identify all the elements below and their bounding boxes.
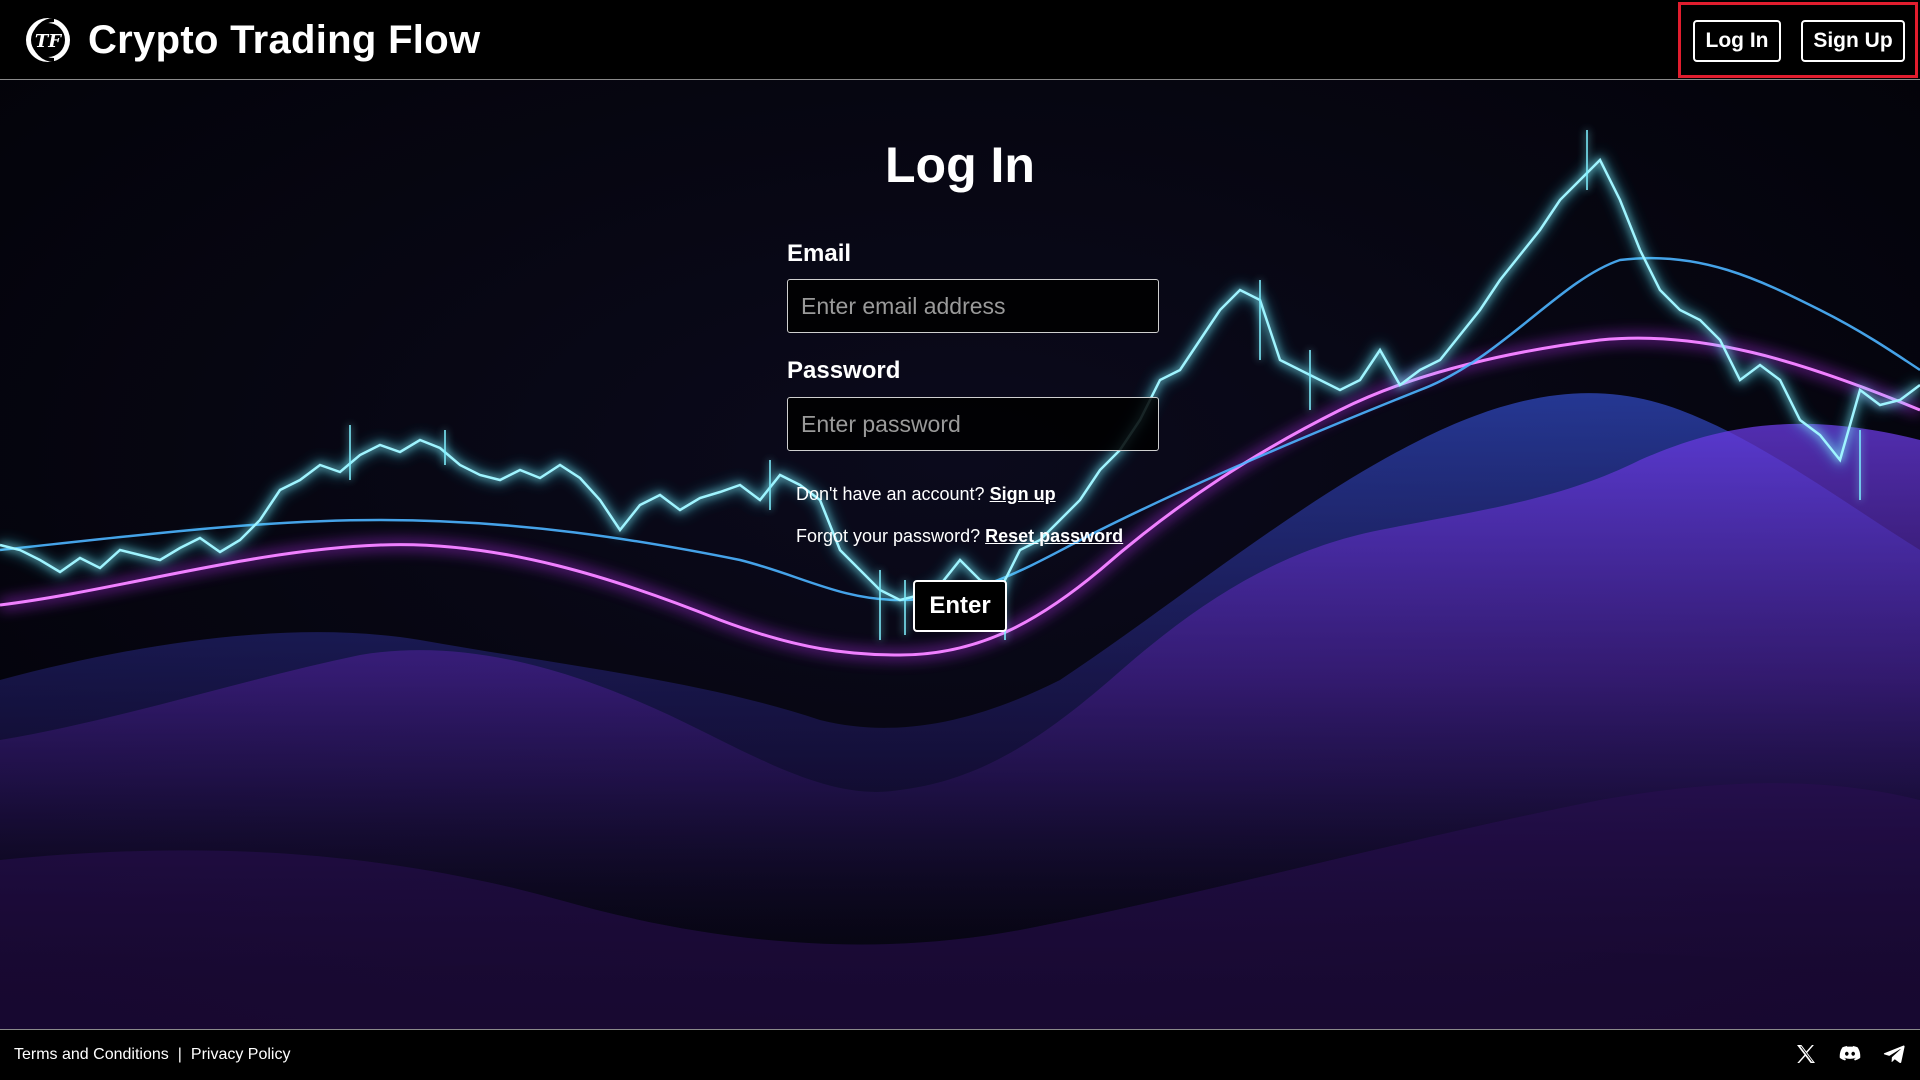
- telegram-icon[interactable]: [1882, 1042, 1906, 1066]
- x-icon[interactable]: [1794, 1042, 1818, 1066]
- signup-link[interactable]: Sign up: [990, 484, 1056, 504]
- enter-button[interactable]: Enter: [913, 580, 1007, 632]
- nav-login-button[interactable]: Log In: [1693, 20, 1781, 62]
- page-title: Log In: [885, 137, 1035, 193]
- email-label: Email: [787, 240, 852, 267]
- footer-links: Terms and Conditions | Privacy Policy: [14, 1046, 290, 1064]
- reset-prompt: Forgot your password? Reset password: [796, 526, 1123, 547]
- top-nav-bar: TF Crypto Trading Flow Log In Sign Up: [0, 0, 1920, 80]
- social-links: [1794, 1042, 1906, 1068]
- login-form: Log In Email Password Don't have an acco…: [0, 80, 1920, 1030]
- terms-link[interactable]: Terms and Conditions: [14, 1046, 169, 1064]
- email-field[interactable]: [787, 279, 1159, 333]
- footer-separator: |: [177, 1046, 182, 1063]
- password-label: Password: [787, 357, 901, 384]
- signup-prompt: Don't have an account? Sign up: [796, 484, 1056, 505]
- svg-text:TF: TF: [35, 31, 62, 52]
- privacy-link[interactable]: Privacy Policy: [191, 1046, 291, 1064]
- no-account-text: Don't have an account?: [796, 484, 985, 504]
- brand[interactable]: TF Crypto Trading Flow: [24, 12, 480, 68]
- discord-icon[interactable]: [1838, 1042, 1862, 1066]
- forgot-password-text: Forgot your password?: [796, 526, 981, 546]
- password-field[interactable]: [787, 397, 1159, 451]
- reset-password-link[interactable]: Reset password: [985, 526, 1123, 546]
- footer: Terms and Conditions | Privacy Policy: [0, 1029, 1920, 1080]
- auth-buttons-highlight: Log In Sign Up: [1678, 2, 1918, 78]
- app-title: Crypto Trading Flow: [88, 17, 481, 62]
- brand-logo-icon: TF: [26, 18, 70, 62]
- app-root: TF Crypto Trading Flow Log In Sign Up Lo…: [0, 0, 1920, 1080]
- nav-signup-button[interactable]: Sign Up: [1801, 20, 1905, 62]
